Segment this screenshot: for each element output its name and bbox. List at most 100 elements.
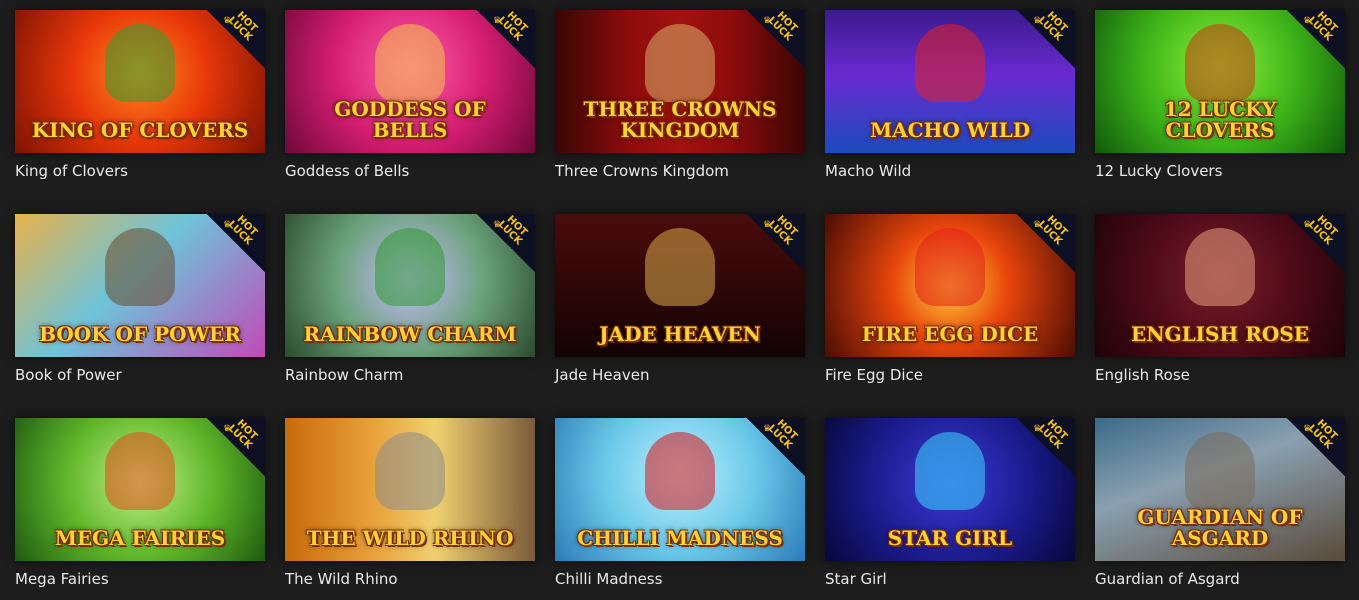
game-thumbnail[interactable]: Jade Heaven ♛ HOT LUCK	[555, 214, 805, 357]
character-figure	[105, 432, 175, 510]
game-card-8[interactable]: Jade Heaven ♛ HOT LUCK Jade Heaven	[555, 214, 805, 396]
game-title[interactable]: Three Crowns Kingdom	[555, 162, 805, 180]
game-logo-text: Goddess of Bells	[334, 97, 486, 142]
hot-luck-badge-text: HOT LUCK	[1035, 418, 1070, 452]
hot-luck-badge: ♛ HOT LUCK	[207, 214, 265, 272]
hot-luck-badge-text: HOT LUCK	[765, 10, 800, 44]
game-title[interactable]: Star Girl	[825, 570, 1075, 588]
character-figure	[645, 228, 715, 306]
game-title[interactable]: King of Clovers	[15, 162, 265, 180]
hot-luck-badge-text: HOT LUCK	[225, 214, 260, 248]
character-figure	[645, 24, 715, 102]
game-card-1[interactable]: King of Clovers ♛ HOT LUCK King of Clove…	[15, 10, 265, 192]
game-title[interactable]: 12 Lucky Clovers	[1095, 162, 1345, 180]
hot-luck-badge: ♛ HOT LUCK	[747, 10, 805, 68]
game-logo-text: Mega Fairies	[54, 526, 226, 550]
hot-luck-badge: ♛ HOT LUCK	[747, 418, 805, 476]
character-figure	[1185, 228, 1255, 306]
game-thumbnail[interactable]: 12 Lucky Clovers ♛ HOT LUCK	[1095, 10, 1345, 153]
hot-luck-badge: ♛ HOT LUCK	[477, 214, 535, 272]
hot-luck-badge-text: HOT LUCK	[1305, 418, 1340, 452]
character-figure	[375, 432, 445, 510]
game-logo-text: Rainbow Charm	[303, 322, 517, 346]
game-title[interactable]: Goddess of Bells	[285, 162, 535, 180]
hot-luck-badge-text: HOT LUCK	[1035, 10, 1070, 44]
character-figure	[915, 228, 985, 306]
game-logo-text: Chilli Madness	[577, 526, 783, 550]
game-card-15[interactable]: Guardian of Asgard ♛ HOT LUCK Guardian o…	[1095, 418, 1345, 600]
character-figure	[375, 228, 445, 306]
game-logo-text: The Wild Rhino	[306, 526, 514, 550]
game-card-11[interactable]: Mega Fairies ♛ HOT LUCK Mega Fairies	[15, 418, 265, 600]
game-logo-text: Three Crowns Kingdom	[583, 97, 777, 142]
hot-luck-badge: ♛ HOT LUCK	[207, 418, 265, 476]
game-logo-text: King of Clovers	[31, 118, 249, 142]
game-card-13[interactable]: Chilli Madness ♛ HOT LUCK Chilli Madness	[555, 418, 805, 600]
hot-luck-badge: ♛ HOT LUCK	[1017, 214, 1075, 272]
hot-luck-badge: ♛ HOT LUCK	[1287, 418, 1345, 476]
game-thumbnail[interactable]: King of Clovers ♛ HOT LUCK	[15, 10, 265, 153]
game-title[interactable]: Book of Power	[15, 366, 265, 384]
game-thumbnail[interactable]: Rainbow Charm ♛ HOT LUCK	[285, 214, 535, 357]
hot-luck-badge-text: HOT LUCK	[495, 10, 530, 44]
character-figure	[1185, 432, 1255, 510]
game-thumbnail[interactable]: Macho Wild ♛ HOT LUCK	[825, 10, 1075, 153]
hot-luck-badge-text: HOT LUCK	[225, 418, 260, 452]
character-figure	[1185, 24, 1255, 102]
game-logo-text: 12 Lucky Clovers	[1163, 97, 1277, 142]
hot-luck-badge-text: HOT LUCK	[1305, 214, 1340, 248]
hot-luck-badge: ♛ HOT LUCK	[207, 10, 265, 68]
character-figure	[915, 24, 985, 102]
game-card-6[interactable]: Book of Power ♛ HOT LUCK Book of Power	[15, 214, 265, 396]
hot-luck-badge-text: HOT LUCK	[225, 10, 260, 44]
hot-luck-badge: ♛ HOT LUCK	[1017, 418, 1075, 476]
game-card-12[interactable]: The Wild Rhino The Wild Rhino	[285, 418, 535, 600]
game-logo-text: Macho Wild	[869, 118, 1031, 142]
game-thumbnail[interactable]: Mega Fairies ♛ HOT LUCK	[15, 418, 265, 561]
character-figure	[375, 24, 445, 102]
game-thumbnail[interactable]: Three Crowns Kingdom ♛ HOT LUCK	[555, 10, 805, 153]
game-logo-text: Book of Power	[39, 322, 241, 346]
hot-luck-badge-text: HOT LUCK	[1305, 10, 1340, 44]
game-thumbnail[interactable]: Star Girl ♛ HOT LUCK	[825, 418, 1075, 561]
game-title[interactable]: Jade Heaven	[555, 366, 805, 384]
game-thumbnail[interactable]: Fire Egg Dice ♛ HOT LUCK	[825, 214, 1075, 357]
game-thumbnail[interactable]: English Rose ♛ HOT LUCK	[1095, 214, 1345, 357]
game-title[interactable]: Mega Fairies	[15, 570, 265, 588]
game-logo-text: English Rose	[1130, 322, 1310, 346]
hot-luck-badge-text: HOT LUCK	[1035, 214, 1070, 248]
game-card-4[interactable]: Macho Wild ♛ HOT LUCK Macho Wild	[825, 10, 1075, 192]
character-figure	[645, 432, 715, 510]
game-card-7[interactable]: Rainbow Charm ♛ HOT LUCK Rainbow Charm	[285, 214, 535, 396]
game-title[interactable]: Fire Egg Dice	[825, 366, 1075, 384]
game-logo-text: Fire Egg Dice	[861, 322, 1039, 346]
character-figure	[915, 432, 985, 510]
game-title[interactable]: Macho Wild	[825, 162, 1075, 180]
game-card-3[interactable]: Three Crowns Kingdom ♛ HOT LUCK Three Cr…	[555, 10, 805, 192]
game-thumbnail[interactable]: Book of Power ♛ HOT LUCK	[15, 214, 265, 357]
game-title[interactable]: English Rose	[1095, 366, 1345, 384]
game-thumbnail[interactable]: Guardian of Asgard ♛ HOT LUCK	[1095, 418, 1345, 561]
game-title[interactable]: The Wild Rhino	[285, 570, 535, 588]
hot-luck-badge-text: HOT LUCK	[495, 214, 530, 248]
game-thumbnail[interactable]: The Wild Rhino	[285, 418, 535, 561]
game-card-2[interactable]: Goddess of Bells ♛ HOT LUCK Goddess of B…	[285, 10, 535, 192]
hot-luck-badge: ♛ HOT LUCK	[1287, 214, 1345, 272]
character-figure	[105, 228, 175, 306]
games-grid: King of Clovers ♛ HOT LUCK King of Clove…	[15, 10, 1345, 600]
game-title[interactable]: Guardian of Asgard	[1095, 570, 1345, 588]
hot-luck-badge-text: HOT LUCK	[765, 418, 800, 452]
game-title[interactable]: Chilli Madness	[555, 570, 805, 588]
game-card-5[interactable]: 12 Lucky Clovers ♛ HOT LUCK 12 Lucky Clo…	[1095, 10, 1345, 192]
game-thumbnail[interactable]: Chilli Madness ♛ HOT LUCK	[555, 418, 805, 561]
hot-luck-badge: ♛ HOT LUCK	[1287, 10, 1345, 68]
game-title[interactable]: Rainbow Charm	[285, 366, 535, 384]
game-logo-text: Jade Heaven	[599, 322, 761, 346]
game-card-9[interactable]: Fire Egg Dice ♛ HOT LUCK Fire Egg Dice	[825, 214, 1075, 396]
hot-luck-badge: ♛ HOT LUCK	[477, 10, 535, 68]
game-card-14[interactable]: Star Girl ♛ HOT LUCK Star Girl	[825, 418, 1075, 600]
game-logo-text: Star Girl	[887, 526, 1013, 550]
hot-luck-badge-text: HOT LUCK	[765, 214, 800, 248]
game-card-10[interactable]: English Rose ♛ HOT LUCK English Rose	[1095, 214, 1345, 396]
game-thumbnail[interactable]: Goddess of Bells ♛ HOT LUCK	[285, 10, 535, 153]
